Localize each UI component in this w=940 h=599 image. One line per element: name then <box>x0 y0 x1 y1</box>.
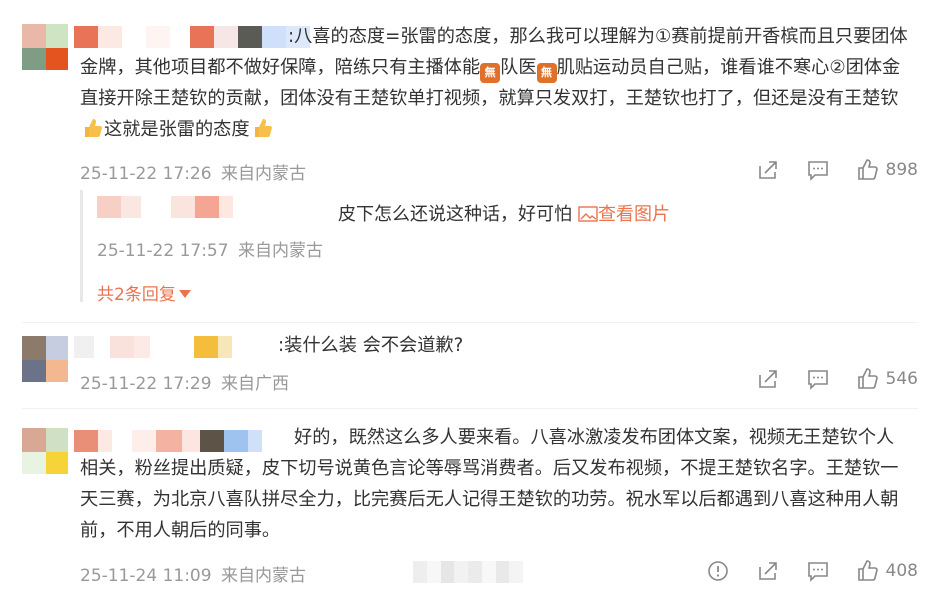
comment-text: :装什么装 会不会道歉? <box>278 335 464 356</box>
like-count: 546 <box>885 369 918 389</box>
avatar[interactable] <box>22 24 68 70</box>
reply-username-blurred[interactable] <box>97 196 233 218</box>
reply-text: 皮下怎么还说这种话，好可怕 查看图片 <box>338 204 670 225</box>
comment-time: 25-11-22 17:26 <box>80 164 212 184</box>
comment-meta: 25-11-24 11:09 来自内蒙古 <box>80 561 306 586</box>
caret-down-icon <box>178 290 191 298</box>
report-button[interactable] <box>706 559 730 583</box>
avatar[interactable] <box>22 428 68 474</box>
comment-source: 来自广西 <box>220 374 289 394</box>
reply-button[interactable] <box>806 158 830 182</box>
comment-text: 好的，既然这么多人要来看。八喜冰激凌发布团体文案，视频无王楚钦个人相关，粉丝提出… <box>80 427 899 541</box>
reply-button[interactable] <box>806 559 830 583</box>
share-icon <box>758 161 777 179</box>
comment-actions: 898 <box>730 158 918 182</box>
emoji-icon: 無 <box>536 63 557 83</box>
comment-meta: 25-11-22 17:26 来自内蒙古 <box>80 159 306 184</box>
more-replies-link[interactable]: 共2条回复 <box>97 280 191 305</box>
reply-thread: 皮下怎么还说这种话，好可怕 查看图片 25-11-22 17:57 来自内蒙古 共… <box>80 190 917 305</box>
comment-text: :八喜的态度=张雷的态度，那么我可以理解为①赛前提前开香槟而且只要团体金牌，其他… <box>80 26 908 140</box>
thumbs-up-icon <box>857 560 878 581</box>
reply-source: 来自内蒙古 <box>237 241 323 261</box>
report-icon <box>707 561 728 581</box>
comment-time: 25-11-22 17:29 <box>80 374 212 394</box>
comment-source: 来自内蒙古 <box>220 164 306 184</box>
thumbs-up-icon <box>857 159 878 180</box>
like-count: 408 <box>885 561 918 581</box>
comment-icon <box>807 161 828 181</box>
image-icon <box>578 206 598 222</box>
like-count: 898 <box>885 160 918 180</box>
share-icon <box>758 370 777 388</box>
thumbs-up-icon <box>857 368 878 389</box>
reply-time: 25-11-22 17:57 <box>97 241 229 261</box>
like-button[interactable]: 408 <box>856 559 918 583</box>
comment-icon <box>807 370 828 390</box>
comment-actions: 546 <box>730 367 918 391</box>
comment-item: 好的，既然这么多人要来看。八喜冰激凌发布团体文案，视频无王楚钦个人相关，粉丝提出… <box>0 408 940 599</box>
comment-time: 25-11-24 11:09 <box>80 566 212 586</box>
reply-button[interactable] <box>806 367 830 391</box>
reply-meta: 25-11-22 17:57 来自内蒙古 <box>97 236 323 261</box>
comment-icon <box>807 562 828 582</box>
comment-item: :装什么装 会不会道歉? 25-11-22 17:29 来自广西 546 <box>0 322 940 410</box>
share-button[interactable] <box>756 559 780 583</box>
share-button[interactable] <box>756 367 780 391</box>
comment-meta: 25-11-22 17:29 来自广西 <box>80 369 289 394</box>
share-button[interactable] <box>756 158 780 182</box>
view-image-link[interactable]: 查看图片 <box>578 204 670 225</box>
like-button[interactable]: 898 <box>856 158 918 182</box>
thumbs-up-emoji-icon <box>252 117 272 139</box>
like-button[interactable]: 546 <box>856 367 918 391</box>
share-icon <box>758 562 777 580</box>
comment-actions: 408 <box>680 559 918 583</box>
avatar[interactable] <box>22 336 68 382</box>
emoji-icon: 無 <box>480 63 501 83</box>
thumbs-up-emoji-icon <box>82 117 102 139</box>
blurred-watermark <box>413 561 523 583</box>
comment-item: :八喜的态度=张雷的态度，那么我可以理解为①赛前提前开香槟而且只要团体金牌，其他… <box>0 0 940 320</box>
comment-source: 来自内蒙古 <box>220 566 306 586</box>
